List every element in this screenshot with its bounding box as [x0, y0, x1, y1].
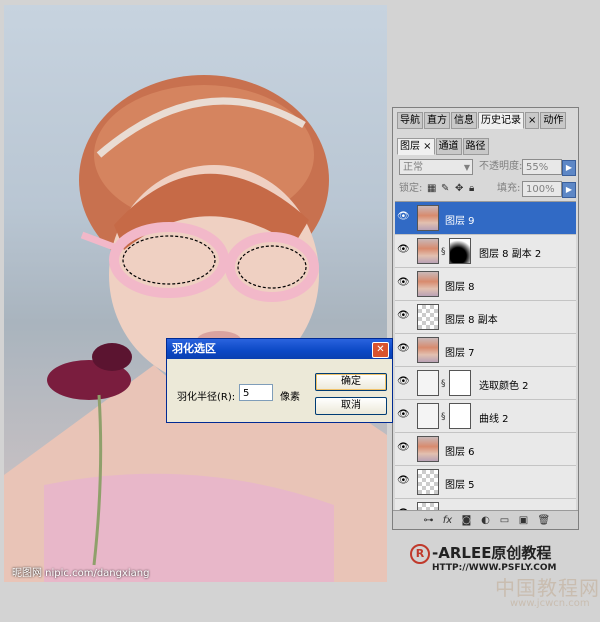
tab-sub-1[interactable]: 通道 [435, 138, 462, 155]
cancel-button[interactable]: 取消 [315, 397, 387, 415]
eye-icon[interactable]: 👁︎ [397, 278, 410, 288]
brand-name: -ARLEE原创教程 [432, 544, 552, 562]
close-icon[interactable]: ✕ [372, 342, 389, 358]
opacity-input[interactable]: 55% [522, 159, 562, 175]
layer-thumbnail [417, 304, 439, 330]
brand-logo: R -ARLEE原创教程 [410, 542, 551, 564]
ok-button[interactable]: 确定 [315, 373, 387, 391]
blend-row: 正常 ▼ 不透明度: 55% ▶ [397, 159, 576, 177]
lock-brush-icon[interactable]: ✎ [441, 184, 451, 194]
photo-illustration [4, 75, 387, 582]
feather-radius-label: 羽化半径(R): [177, 392, 236, 403]
layer-style-icon[interactable]: fx [443, 515, 453, 526]
layer-row[interactable]: 👁︎ 图层 7 [395, 334, 576, 367]
new-group-icon[interactable]: ▭ [500, 515, 510, 526]
lock-all-icon[interactable]: 🔒︎ [469, 184, 479, 194]
layer-thumbnail [417, 337, 439, 363]
tab-top-4[interactable]: × [525, 112, 540, 129]
layer-row[interactable]: 👁︎ 图层 9 [395, 202, 576, 235]
opacity-slider-button[interactable]: ▶ [562, 160, 576, 176]
layers-panel: 导航 直方 信息 历史记录 × 动作 图层 × 通道 路径 正常 ▼ 不透明度: 55% ▶ … [392, 107, 579, 530]
lock-move-icon[interactable]: ✥ [455, 184, 465, 194]
eye-icon[interactable]: 👁︎ [397, 245, 410, 255]
layer-name: 图层 9 [445, 216, 475, 227]
lock-label: 锁定: [399, 183, 423, 194]
feather-radius-input[interactable]: 5 [239, 384, 273, 401]
tab-top-2[interactable]: 信息 [451, 112, 477, 129]
eye-icon[interactable]: 👁︎ [397, 443, 410, 453]
adjustment-layer-icon[interactable]: ◐ [481, 515, 491, 526]
eye-icon[interactable]: 👁︎ [397, 344, 410, 354]
layer-row[interactable]: 👁︎ 图层 5 [395, 466, 576, 499]
layer-name: 选取颜色 2 [479, 381, 529, 392]
fill-input[interactable]: 100% [522, 181, 562, 197]
layer-name: 图层 8 [445, 282, 475, 293]
layer-thumbnail [417, 271, 439, 297]
tab-top-5[interactable]: 动作 [540, 112, 567, 129]
layer-thumbnail [417, 436, 439, 462]
registered-icon: R [410, 543, 430, 564]
layer-name: 图层 8 副本 [445, 315, 498, 326]
tab-top-0[interactable]: 导航 [397, 112, 423, 129]
link-icon[interactable]: § [441, 412, 446, 422]
fill-label: 填充: [497, 183, 521, 194]
panel-footer: ⊶ fx ◙ ◐ ▭ ▣ 🗑︎ [393, 510, 578, 529]
link-icon[interactable]: § [441, 379, 446, 389]
new-layer-icon[interactable]: ▣ [519, 515, 529, 526]
tab-top-3[interactable]: 历史记录 [478, 112, 524, 129]
eye-icon[interactable]: 👁︎ [397, 212, 410, 222]
layer-mask-thumbnail[interactable] [449, 370, 471, 396]
feather-dialog: 羽化选区 ✕ 羽化半径(R): 5 像素 确定 取消 [166, 338, 393, 423]
layer-thumbnail [417, 205, 439, 231]
fill-slider-button[interactable]: ▶ [562, 182, 576, 198]
add-mask-icon[interactable]: ◙ [462, 515, 472, 526]
chevron-down-icon: ▼ [463, 163, 470, 172]
layer-row[interactable]: 👁︎ 图层 8 副本 [395, 301, 576, 334]
layer-row[interactable]: 👁︎ 图层 8 [395, 268, 576, 301]
tab-top-1[interactable]: 直方 [424, 112, 450, 129]
link-layers-icon[interactable]: ⊶ [424, 515, 434, 526]
site-url: www.jcwcn.com [510, 598, 590, 609]
eye-icon[interactable]: 👁︎ [397, 476, 410, 486]
eye-icon[interactable]: 👁︎ [397, 410, 410, 420]
opacity-label: 不透明度: [479, 161, 523, 172]
layer-name: 图层 8 副本 2 [479, 249, 542, 260]
layer-list: 👁︎ 图层 9 👁︎ § 图层 8 副本 2 👁︎ 图层 8 👁︎ 图层 8 副本 👁︎ 图层 7 👁… [395, 201, 576, 512]
layer-name: 曲线 2 [479, 414, 509, 425]
trash-icon[interactable]: 🗑︎ [538, 515, 551, 526]
panel-sub-tabs: 图层 × 通道 路径 [393, 138, 578, 155]
photo-watermark: 昵图网 nipic.com/dangxiang [12, 568, 150, 579]
site-watermark: 中国教程网 [495, 576, 600, 600]
layer-row[interactable]: 👁︎ § 选取颜色 2 [395, 367, 576, 400]
blend-mode-select[interactable]: 正常 ▼ [399, 159, 473, 175]
layer-thumbnail [417, 370, 439, 396]
layer-mask-thumbnail[interactable] [449, 403, 471, 429]
eye-icon[interactable]: 👁︎ [397, 311, 410, 321]
lock-transparency-icon[interactable]: ▦ [427, 184, 437, 194]
layer-row[interactable]: 👁︎ § 图层 8 副本 2 [395, 235, 576, 268]
tab-sub-2[interactable]: 路径 [462, 138, 489, 155]
panel-top-tabs: 导航 直方 信息 历史记录 × 动作 [393, 112, 578, 129]
layer-row[interactable]: 👁︎ § 曲线 2 [395, 400, 576, 433]
layer-name: 图层 6 [445, 447, 475, 458]
feather-unit-label: 像素 [280, 392, 300, 403]
blend-mode-value: 正常 [403, 162, 423, 173]
tab-sub-0[interactable]: 图层 × [397, 138, 435, 155]
layer-thumbnail [417, 403, 439, 429]
layer-name: 图层 7 [445, 348, 475, 359]
layer-row[interactable]: 👁︎ 图层 6 [395, 433, 576, 466]
photo-canvas[interactable]: 昵图网 nipic.com/dangxiang [4, 5, 387, 582]
layer-thumbnail [417, 469, 439, 495]
eye-icon[interactable]: 👁︎ [397, 377, 410, 387]
layer-name: 图层 5 [445, 480, 475, 491]
dialog-title: 羽化选区 [167, 339, 392, 359]
lock-row: 锁定: ▦ ✎ ✥ 🔒︎ 填充: 100% ▶ [397, 181, 576, 199]
layer-thumbnail [417, 238, 439, 264]
link-icon[interactable]: § [441, 247, 446, 257]
layer-mask-thumbnail[interactable] [449, 238, 471, 264]
